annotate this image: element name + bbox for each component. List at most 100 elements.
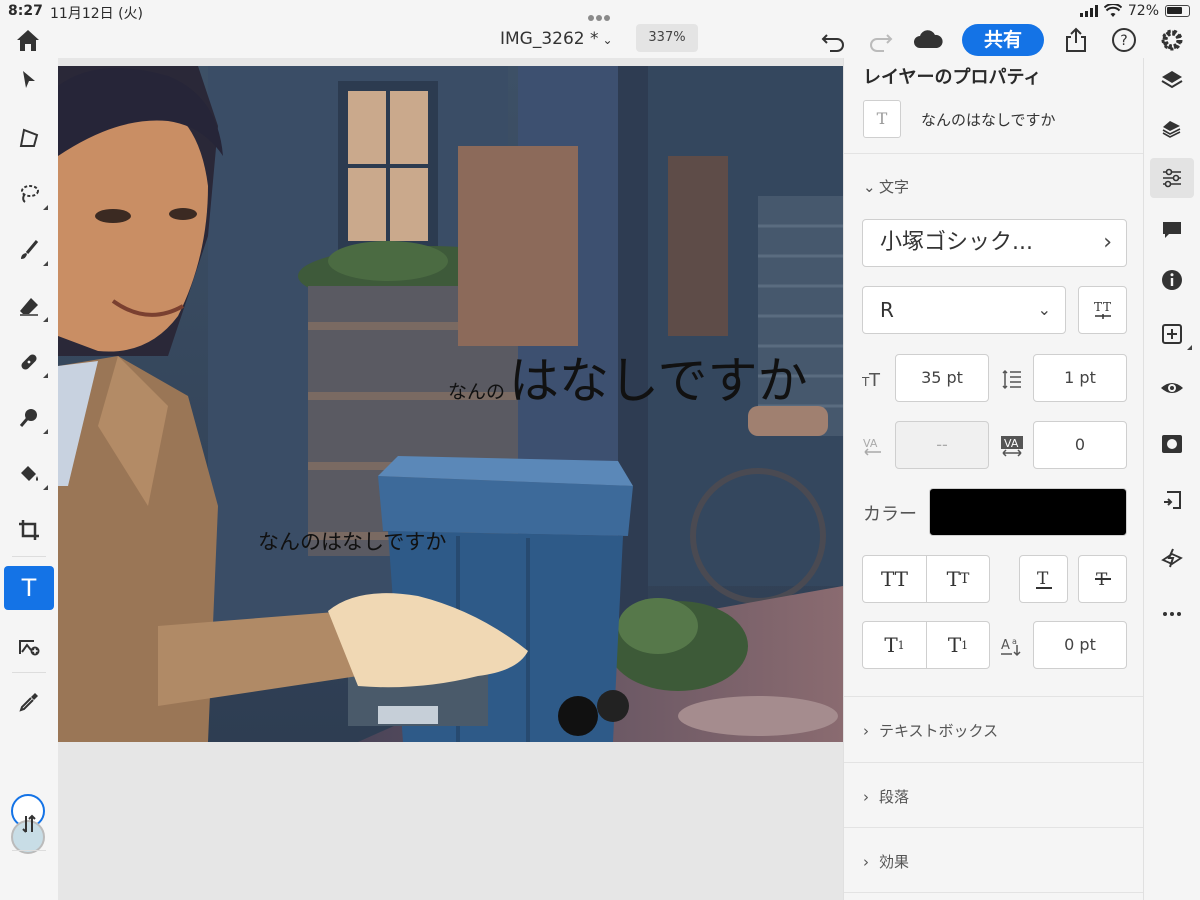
text-t-icon: T bbox=[21, 574, 37, 602]
divider bbox=[844, 153, 1144, 154]
small-caps-button[interactable]: TT bbox=[926, 556, 989, 602]
healing-tool[interactable] bbox=[4, 340, 54, 384]
bandage-icon bbox=[21, 354, 37, 370]
mask-button[interactable] bbox=[1150, 424, 1194, 464]
add-layer-button[interactable] bbox=[1150, 314, 1194, 354]
chevron-right-icon: › bbox=[863, 788, 869, 806]
select-tool[interactable] bbox=[4, 58, 54, 102]
cloud-icon[interactable] bbox=[912, 26, 944, 54]
home-icon[interactable] bbox=[14, 27, 42, 53]
help-icon[interactable]: ? bbox=[1110, 26, 1138, 54]
leading-input[interactable]: 1 pt bbox=[1033, 354, 1127, 402]
section-text-toggle[interactable]: ⌄ 文字 bbox=[863, 176, 909, 197]
status-time: 8:27 bbox=[8, 3, 43, 19]
redo-icon[interactable] bbox=[866, 26, 894, 54]
canvas-text-large[interactable]: なんのはなしですか bbox=[448, 341, 808, 413]
svg-text:a: a bbox=[1012, 637, 1017, 646]
import-button[interactable] bbox=[1150, 480, 1194, 520]
script-segment: T1 T1 bbox=[862, 621, 990, 669]
swap-colors-button[interactable] bbox=[4, 802, 54, 846]
case-segment: TT TT bbox=[862, 555, 990, 603]
layer-properties-panel: レイヤーのプロパティ T なんのはなしですか ⌄ 文字 小塚ゴシック... › R ⌄… bbox=[843, 58, 1144, 900]
layer-stack-button[interactable] bbox=[1150, 108, 1194, 148]
brush-icon bbox=[21, 240, 39, 259]
export-icon[interactable] bbox=[1062, 26, 1090, 54]
add-square-icon bbox=[1162, 324, 1182, 344]
wifi-icon bbox=[1103, 4, 1122, 17]
transform-tool[interactable] bbox=[4, 116, 54, 160]
svg-text:T: T bbox=[1094, 300, 1102, 314]
artwork-image[interactable]: なんのはなしですか なんのはなしですか bbox=[58, 66, 843, 742]
baseline-shift-input[interactable]: 0 pt bbox=[1033, 621, 1127, 669]
eraser-tool[interactable] bbox=[4, 284, 54, 328]
cellular-signal-icon bbox=[1079, 5, 1098, 17]
zoom-level[interactable]: 337% bbox=[636, 24, 698, 52]
section-effects-toggle[interactable]: › 効果 bbox=[863, 851, 909, 872]
battery-percent: 72% bbox=[1127, 3, 1159, 19]
canvas-area[interactable]: なんのはなしですか なんのはなしですか bbox=[58, 58, 843, 900]
crop-tool[interactable] bbox=[4, 508, 54, 552]
refine-edge-button[interactable] bbox=[1150, 538, 1194, 578]
visibility-button[interactable] bbox=[1150, 368, 1194, 408]
undo-icon[interactable] bbox=[820, 26, 848, 54]
eyedropper-icon bbox=[19, 693, 38, 712]
divider bbox=[844, 892, 1144, 893]
divider bbox=[844, 696, 1144, 697]
info-button[interactable] bbox=[1150, 260, 1194, 300]
document-title[interactable]: IMG_3262 * ⌄ bbox=[500, 29, 613, 49]
type-tool[interactable]: T bbox=[4, 566, 54, 610]
section-paragraph-toggle[interactable]: › 段落 bbox=[863, 786, 909, 807]
font-family-picker[interactable]: 小塚ゴシック... › bbox=[862, 219, 1127, 267]
divider bbox=[844, 827, 1144, 828]
canvas-text-small[interactable]: なんのはなしですか bbox=[258, 526, 446, 556]
sliders-icon bbox=[1163, 168, 1181, 188]
text-color-swatch[interactable] bbox=[929, 488, 1127, 536]
svg-text:?: ? bbox=[1120, 33, 1127, 49]
text-layer-thumbnail: T bbox=[863, 100, 901, 138]
font-size-icon: TT bbox=[861, 367, 885, 391]
lasso-tool[interactable] bbox=[4, 172, 54, 216]
more-options-button[interactable] bbox=[1150, 594, 1194, 634]
comments-button[interactable] bbox=[1150, 210, 1194, 250]
brush-tool[interactable] bbox=[4, 228, 54, 272]
kerning-icon: VA bbox=[861, 434, 885, 458]
svg-text:VA: VA bbox=[863, 437, 878, 450]
underline-icon: T bbox=[1035, 569, 1052, 589]
subscript-button[interactable]: T1 bbox=[926, 622, 989, 668]
layer-name: なんのはなしですか bbox=[921, 111, 1056, 129]
paint-bucket-tool[interactable] bbox=[4, 452, 54, 496]
status-date: 11月12日 (火) bbox=[50, 6, 144, 22]
underline-button[interactable]: T bbox=[1019, 555, 1068, 603]
svg-text:A: A bbox=[1001, 638, 1010, 653]
superscript-button[interactable]: T1 bbox=[863, 622, 926, 668]
strikethrough-icon: T bbox=[1094, 570, 1111, 590]
text-orientation-button[interactable]: TT bbox=[1078, 286, 1127, 334]
lightning-layer-icon bbox=[1161, 548, 1183, 568]
leading-icon bbox=[1000, 367, 1024, 391]
layers-button[interactable] bbox=[1150, 60, 1194, 100]
multitasking-dots-icon[interactable] bbox=[588, 9, 614, 21]
font-size-input[interactable]: 35 pt bbox=[895, 354, 989, 402]
toolbar-divider bbox=[12, 556, 46, 557]
place-image-tool[interactable] bbox=[4, 624, 54, 668]
all-caps-button[interactable]: TT bbox=[863, 556, 926, 602]
strikethrough-button[interactable]: T bbox=[1078, 555, 1127, 603]
kerning-input[interactable]: -- bbox=[895, 421, 989, 469]
arrow-pointer-icon bbox=[23, 71, 35, 88]
toolbar-divider bbox=[12, 672, 46, 673]
top-bar: IMG_3262 * ⌄ 337% 共有 ? bbox=[0, 24, 1200, 58]
section-textbox-toggle[interactable]: › テキストボックス bbox=[863, 720, 998, 741]
chevron-down-icon: ⌄ bbox=[1037, 300, 1051, 319]
more-horizontal-icon bbox=[1163, 612, 1181, 616]
mask-icon bbox=[1162, 435, 1182, 453]
color-label: カラー bbox=[863, 504, 917, 525]
import-icon bbox=[1164, 491, 1181, 509]
adjustments-button[interactable] bbox=[1150, 158, 1194, 198]
dodge-tool[interactable] bbox=[4, 396, 54, 440]
share-button[interactable]: 共有 bbox=[962, 24, 1044, 56]
font-style-select[interactable]: R ⌄ bbox=[862, 286, 1066, 334]
comment-icon bbox=[1163, 222, 1181, 238]
settings-gear-icon[interactable] bbox=[1158, 26, 1186, 54]
tracking-input[interactable]: 0 bbox=[1033, 421, 1127, 469]
eyedropper-tool[interactable] bbox=[4, 680, 54, 724]
